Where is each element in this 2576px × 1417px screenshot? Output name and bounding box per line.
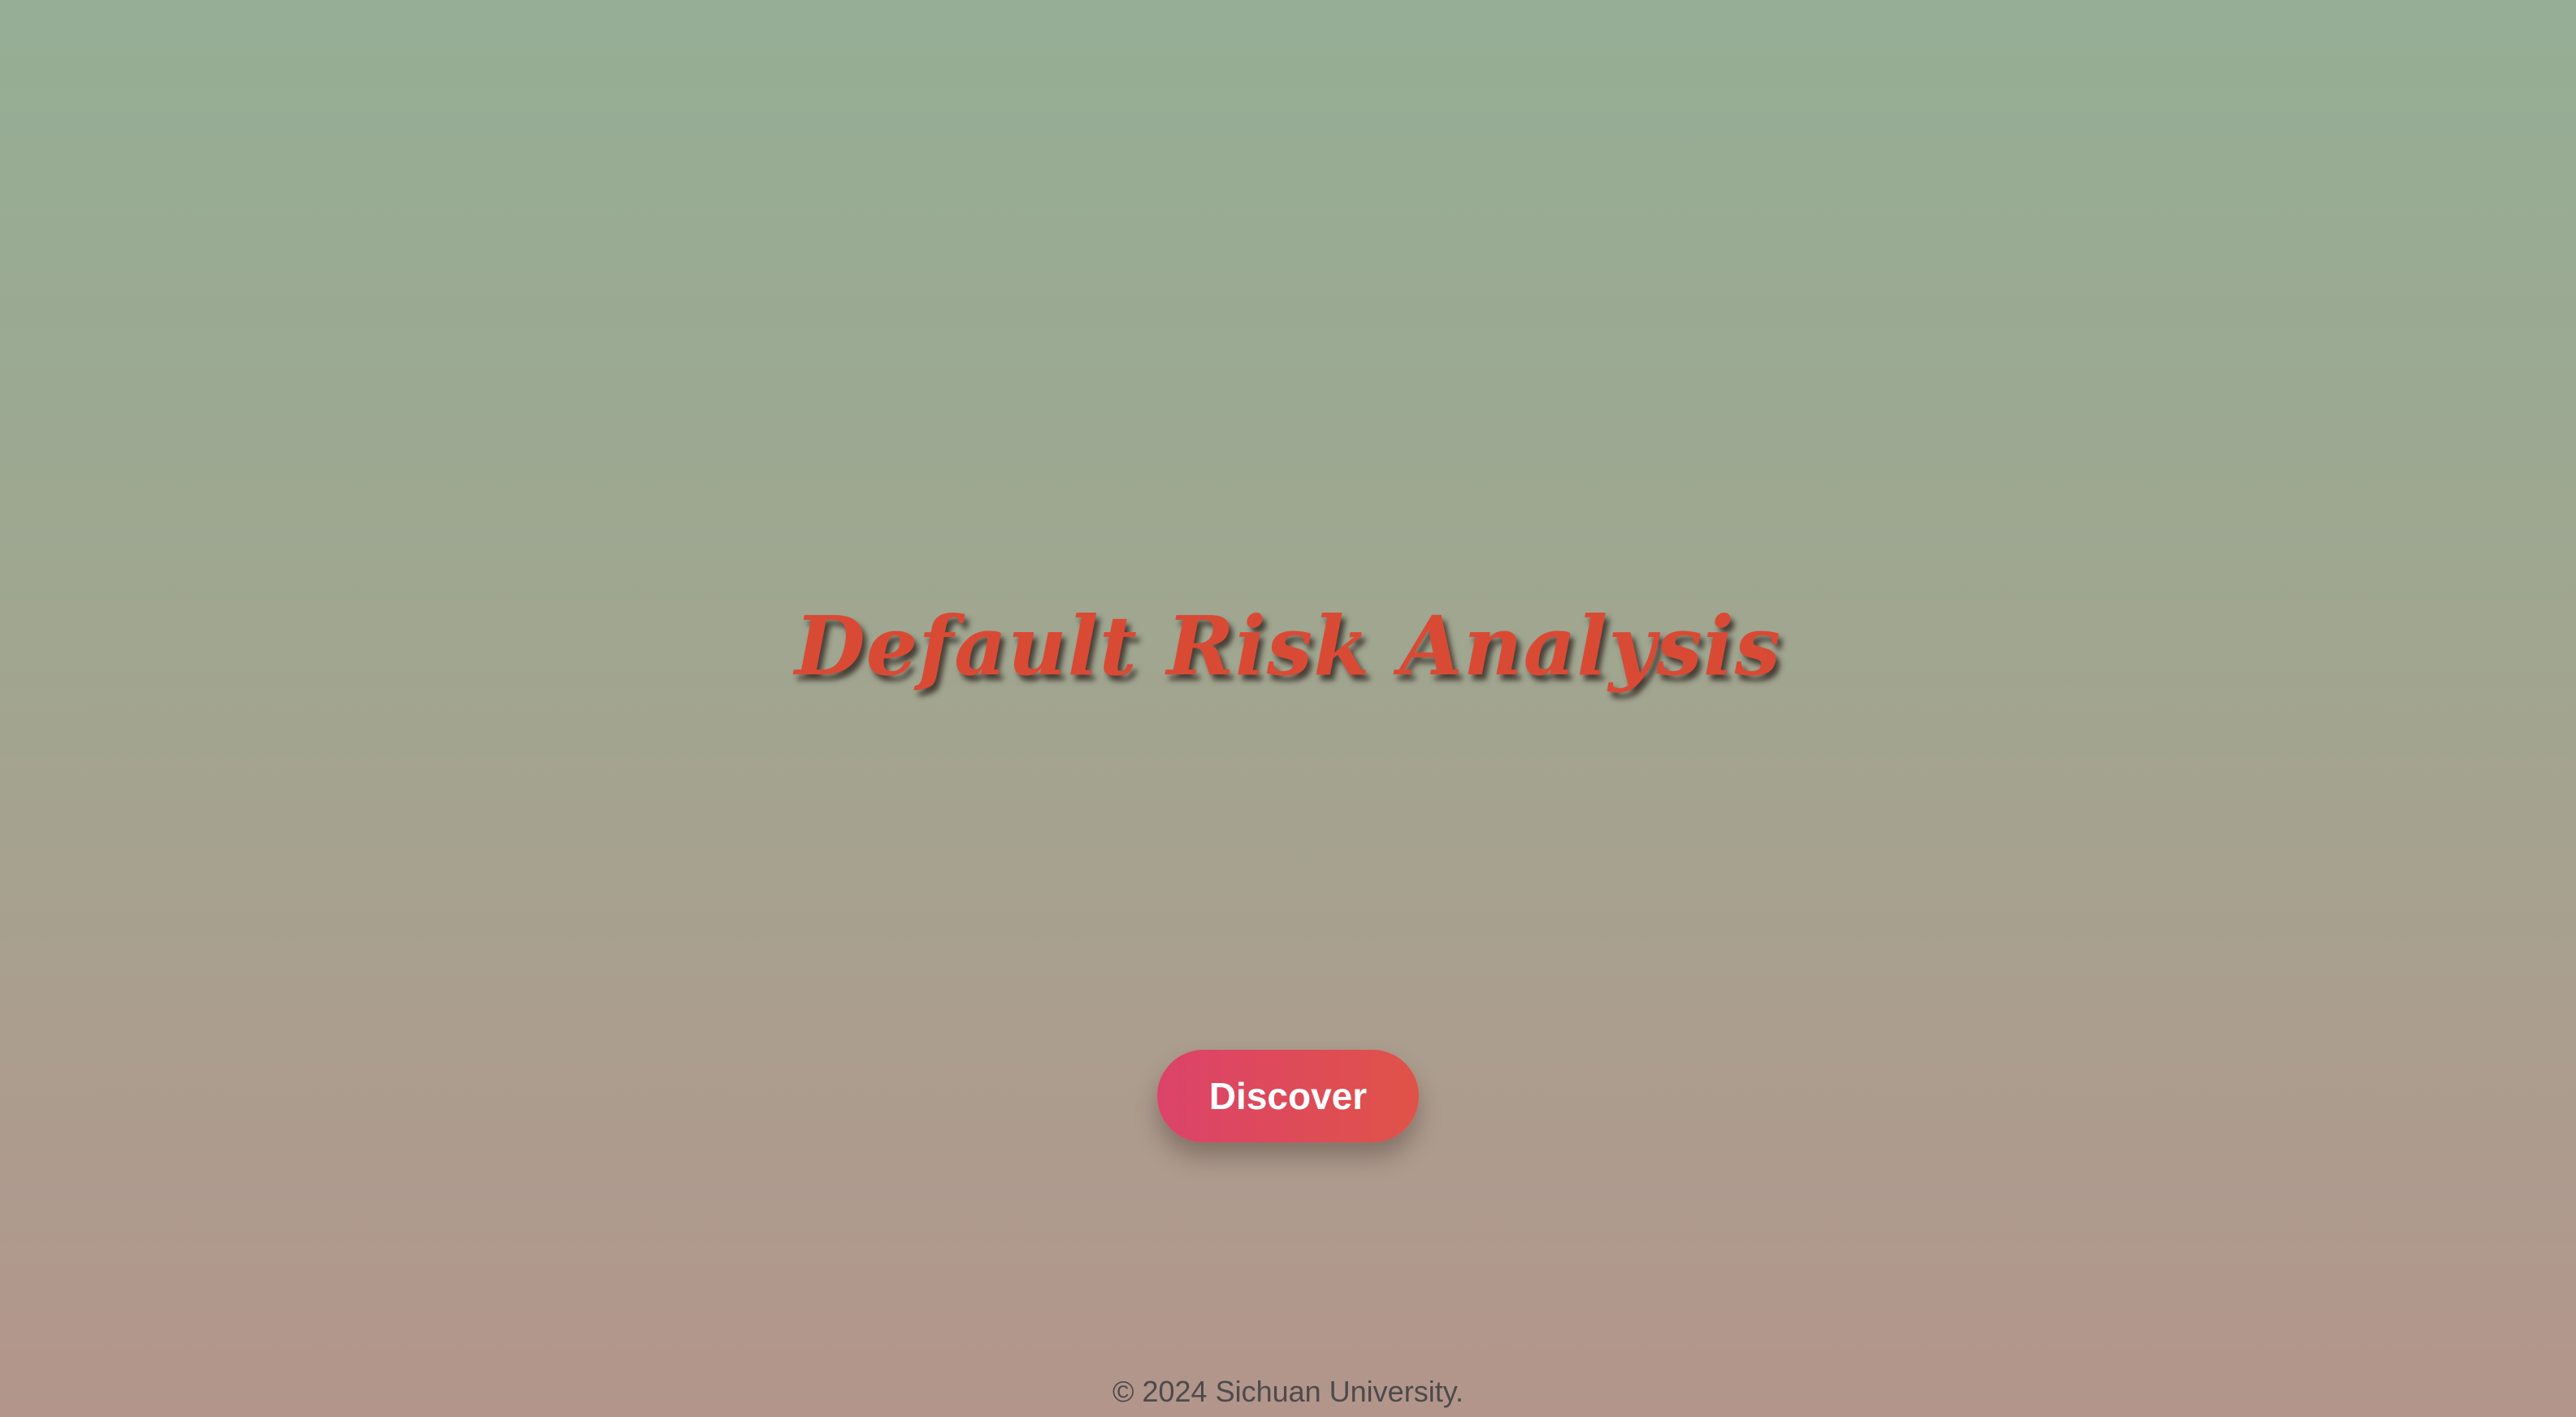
page-title: Default Risk Analysis [794, 598, 1782, 694]
cta-container: Discover [0, 1050, 2576, 1142]
footer-copyright: © 2024 Sichuan University. [1112, 1375, 1464, 1408]
discover-button[interactable]: Discover [1157, 1050, 1419, 1142]
